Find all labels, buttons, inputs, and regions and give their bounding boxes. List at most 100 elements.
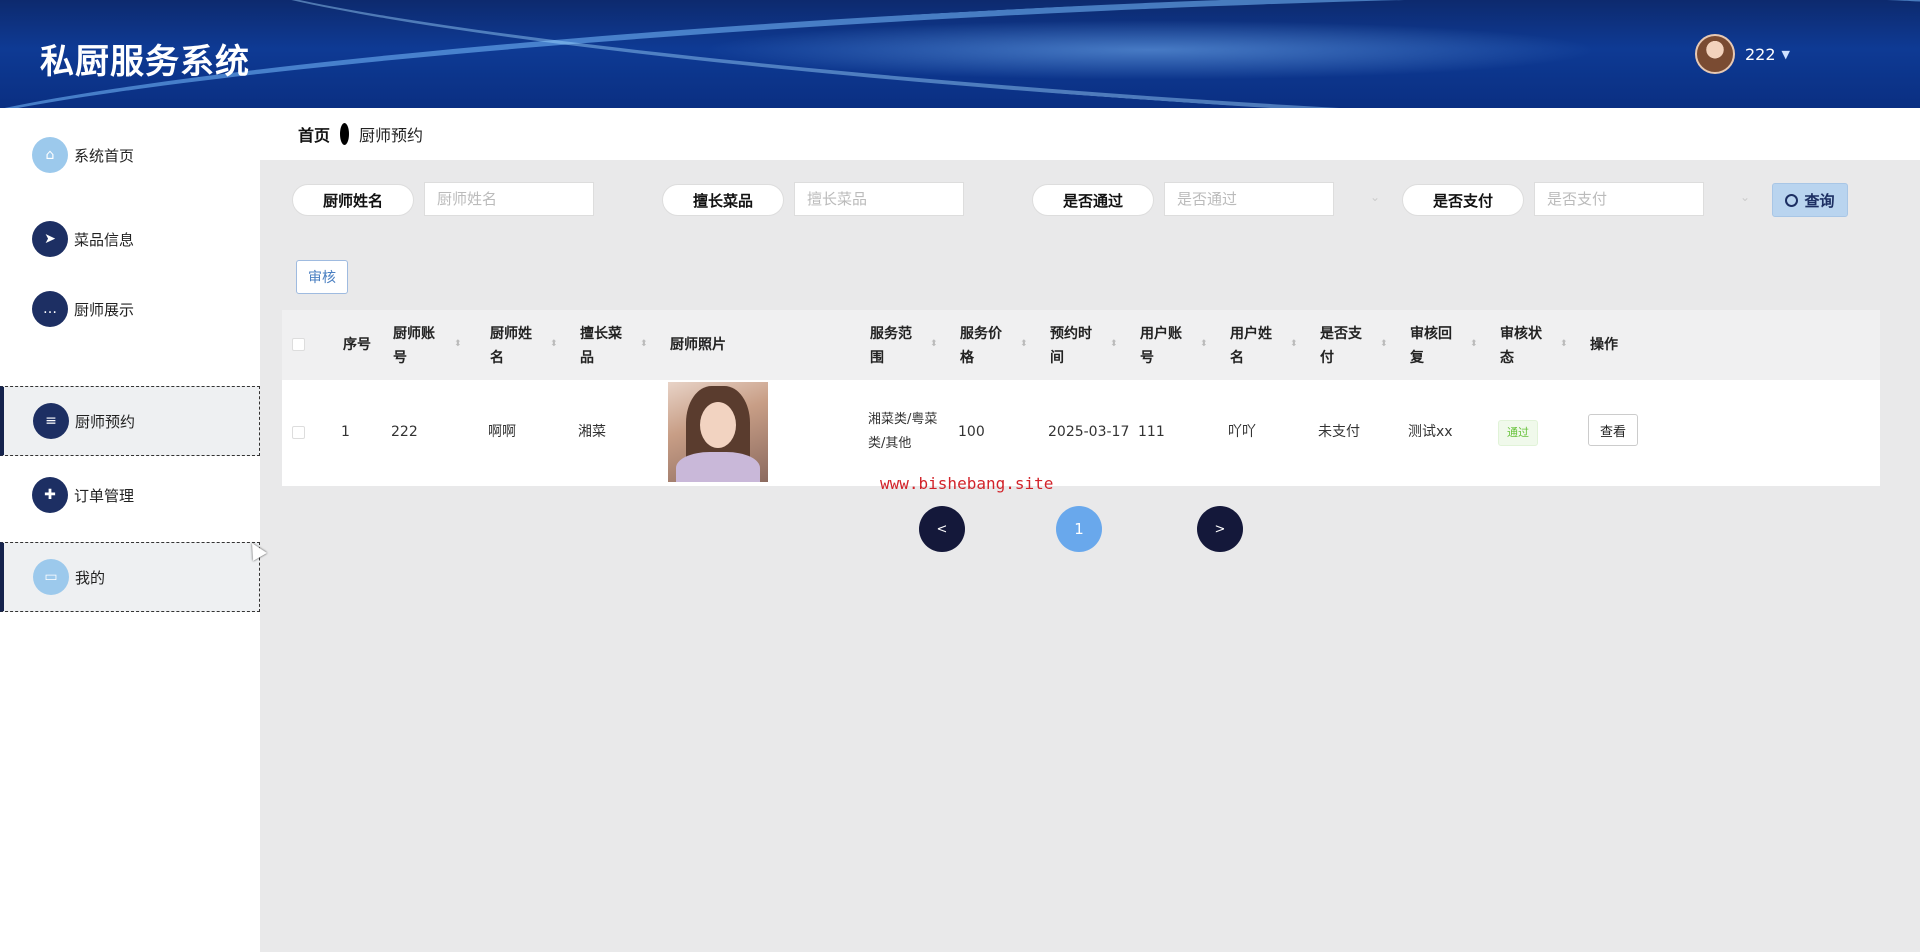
header-text: 付: [1320, 350, 1334, 366]
paper-plane-icon: ➤: [32, 221, 68, 257]
header-text: 名: [490, 350, 504, 366]
header-text: 号: [393, 350, 407, 366]
specialty-input[interactable]: 擅长菜品: [794, 182, 964, 216]
username[interactable]: 222: [1745, 45, 1776, 64]
header-text: 厨师账: [393, 326, 435, 342]
sidebar-item-mine[interactable]: ▭ 我的: [0, 542, 260, 612]
sort-icon[interactable]: ⬍: [454, 332, 462, 356]
header-chef-account[interactable]: 厨师账 号: [393, 322, 435, 370]
header-text: 预约时: [1050, 326, 1092, 342]
sort-icon[interactable]: ⬍: [1290, 332, 1298, 356]
sidebar-item-orders[interactable]: ✚ 订单管理: [0, 460, 260, 530]
cell-booking-time: 2025-03-17: [1048, 424, 1130, 440]
header-specialty[interactable]: 擅长菜 品: [580, 322, 622, 370]
chevron-down-icon[interactable]: ⌄: [1740, 190, 1750, 204]
cell-user-account: 111: [1138, 424, 1165, 440]
sort-icon[interactable]: ⬍: [640, 332, 648, 356]
watermark: www.bishebang.site: [880, 474, 1054, 493]
user-menu[interactable]: 222 ▼: [1694, 34, 1790, 74]
home-icon: ⌂: [32, 137, 68, 173]
header-text: 格: [960, 350, 974, 366]
sidebar-item-label: 系统首页: [74, 146, 135, 165]
header-text: 审核回: [1410, 326, 1452, 342]
header-text: 用户姓: [1230, 326, 1272, 342]
sidebar-item-label: 订单管理: [74, 486, 135, 505]
header-paid[interactable]: 是否支 付: [1320, 322, 1362, 370]
sort-icon[interactable]: ⬍: [930, 332, 938, 356]
header-audit-reply[interactable]: 审核回 复: [1410, 322, 1452, 370]
paid-select[interactable]: 是否支付: [1534, 182, 1704, 216]
table-row: 1 222 啊啊 湘菜 湘菜类/粤菜 类/其他 100 2025-03-17 1…: [282, 380, 1880, 486]
cell-paid: 未支付: [1318, 424, 1360, 440]
header-text: 间: [1050, 350, 1064, 366]
status-badge: 通过: [1498, 420, 1538, 446]
sort-icon[interactable]: ⬍: [1200, 332, 1208, 356]
sort-icon[interactable]: ⬍: [1020, 332, 1028, 356]
sort-icon[interactable]: ⬍: [1110, 332, 1118, 356]
sidebar-item-chef-booking[interactable]: ≡ 厨师预约: [0, 386, 260, 456]
sidebar: ⌂ 系统首页 ➤ 菜品信息 … 厨师展示 ≡ 厨师预约 ✚ 订单管理 ▭ 我的: [0, 108, 260, 952]
header-actions: 操作: [1590, 337, 1618, 353]
cell-text: 湘菜类/粤菜: [868, 412, 938, 427]
chef-name-input[interactable]: 厨师姓名: [424, 182, 594, 216]
sort-icon[interactable]: ⬍: [1470, 332, 1478, 356]
booking-table: 序号 厨师账 号 ⬍ 厨师姓 名 ⬍ 擅长菜 品 ⬍ 厨师照片 服务范 围 ⬍: [282, 310, 1880, 486]
breadcrumb-home[interactable]: 首页: [298, 122, 330, 146]
chevron-down-icon[interactable]: ⌄: [1370, 190, 1380, 204]
header-text: 是否支: [1320, 326, 1362, 342]
cell-chef-account: 222: [391, 424, 418, 440]
sort-icon[interactable]: ⬍: [550, 332, 558, 356]
sidebar-item-home[interactable]: ⌂ 系统首页: [0, 120, 260, 190]
list-icon: ≡: [33, 403, 69, 439]
breadcrumb-current: 厨师预约: [359, 126, 424, 145]
avatar[interactable]: [1694, 34, 1735, 74]
query-button[interactable]: 查询: [1772, 183, 1848, 217]
page-1-button[interactable]: 1: [1056, 506, 1102, 552]
cell-text: 类/其他: [868, 436, 912, 451]
header-index: 序号: [343, 337, 371, 353]
search-icon: [1785, 193, 1799, 207]
specialty-label: 擅长菜品: [662, 184, 784, 216]
header-service-scope[interactable]: 服务范 围: [870, 322, 912, 370]
cell-chef-name: 啊啊: [488, 424, 516, 440]
header-text: 号: [1140, 350, 1154, 366]
header-service-price[interactable]: 服务价 格: [960, 322, 1002, 370]
thumb-up-icon: ✚: [32, 477, 68, 513]
view-button[interactable]: 查看: [1588, 414, 1638, 446]
card-icon: ▭: [33, 559, 69, 595]
next-page-button[interactable]: >: [1197, 506, 1243, 552]
audit-button[interactable]: 审核: [296, 260, 348, 294]
header-user-account[interactable]: 用户账 号: [1140, 322, 1182, 370]
sort-icon[interactable]: ⬍: [1380, 332, 1388, 356]
header-text: 服务价: [960, 326, 1002, 342]
paid-label: 是否支付: [1402, 184, 1524, 216]
header-chef-name[interactable]: 厨师姓 名: [490, 322, 532, 370]
header-user-name[interactable]: 用户姓 名: [1230, 322, 1272, 370]
photo-dress-shape: [676, 452, 760, 482]
row-checkbox[interactable]: [292, 426, 305, 439]
select-all-checkbox[interactable]: [292, 338, 305, 351]
sidebar-item-chef-display[interactable]: … 厨师展示: [0, 274, 260, 344]
approved-select[interactable]: 是否通过: [1164, 182, 1334, 216]
app-title: 私厨服务系统: [40, 42, 250, 82]
query-button-label: 查询: [1804, 191, 1835, 210]
approved-label: 是否通过: [1032, 184, 1154, 216]
chevron-down-icon[interactable]: ▼: [1782, 48, 1790, 61]
top-banner: 私厨服务系统 222 ▼: [0, 0, 1920, 108]
cell-service-scope: 湘菜类/粤菜 类/其他: [868, 408, 937, 456]
sort-icon[interactable]: ⬍: [1560, 332, 1568, 356]
cell-service-price: 100: [958, 424, 985, 440]
header-text: 品: [580, 350, 594, 366]
sidebar-item-dishes[interactable]: ➤ 菜品信息: [0, 204, 260, 274]
cell-specialty: 湘菜: [578, 424, 606, 440]
sidebar-item-label: 厨师展示: [74, 300, 135, 319]
breadcrumb: 首页 厨师预约: [260, 108, 1920, 160]
prev-page-button[interactable]: <: [919, 506, 965, 552]
chef-name-label: 厨师姓名: [292, 184, 414, 216]
header-text: 服务范: [870, 326, 912, 342]
header-text: 审核状: [1500, 326, 1542, 342]
header-audit-status[interactable]: 审核状 态: [1500, 322, 1542, 370]
header-chef-photo: 厨师照片: [670, 337, 726, 353]
header-booking-time[interactable]: 预约时 间: [1050, 322, 1092, 370]
header-text: 复: [1410, 350, 1424, 366]
